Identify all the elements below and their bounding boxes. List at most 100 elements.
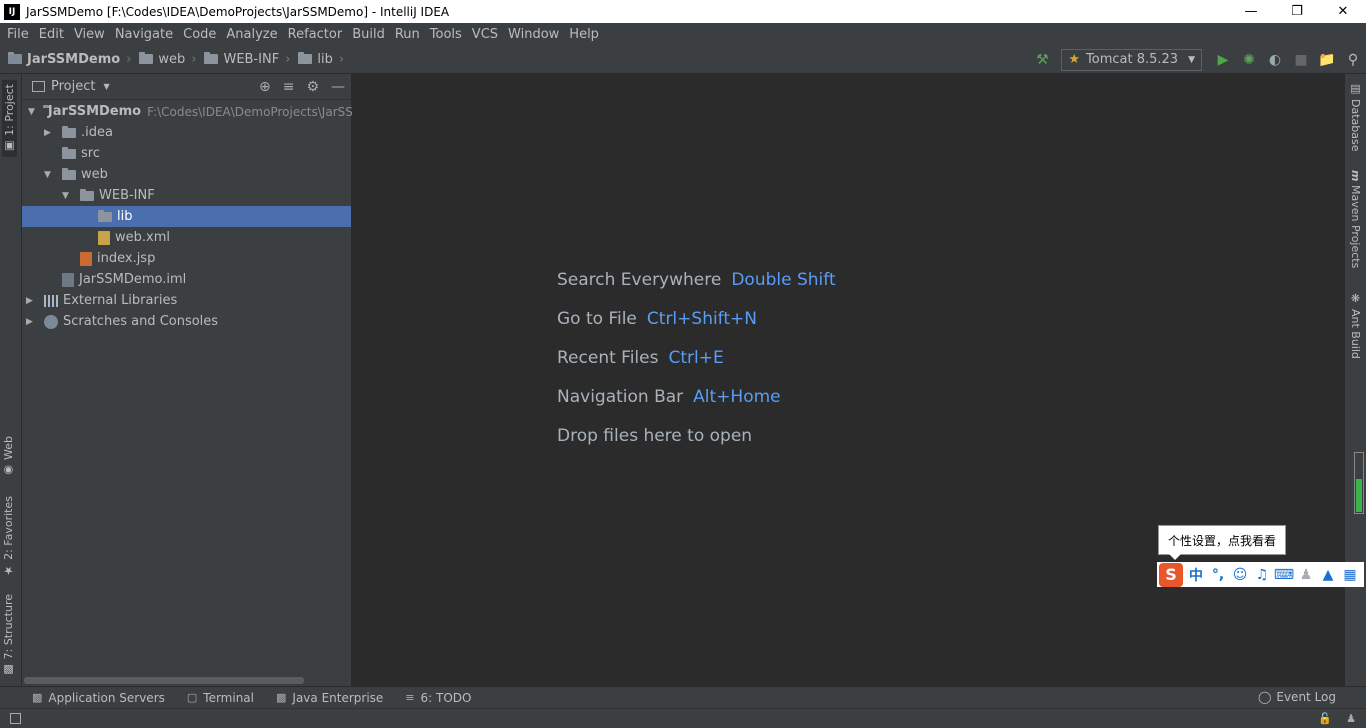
tab-web[interactable]: ◉ Web [2,436,15,477]
emoji-icon[interactable]: ☺ [1231,566,1249,584]
tree-node-iml[interactable]: JarSSMDemo.iml [22,269,351,290]
menu-run[interactable]: Run [390,27,425,42]
event-log-icon: ◯ [1257,690,1272,704]
memory-indicator[interactable] [1354,452,1364,514]
tab-todo[interactable]: ≡ 6: TODO [405,691,471,705]
window-title: JarSSMDemo [F:\Codes\IDEA\DemoProjects\J… [26,4,450,19]
run-coverage-icon[interactable]: ◐ [1262,49,1288,71]
hint-text: Go to File [557,309,637,329]
toolbox-grid-icon[interactable]: ▦ [1341,566,1359,584]
menu-navigate[interactable]: Navigate [110,27,178,42]
run-icon[interactable]: ▶ [1210,49,1236,71]
menu-tools[interactable]: Tools [425,27,467,42]
run-configuration-dropdown[interactable]: ★ Tomcat 8.5.23 ▼ [1061,48,1202,71]
tab-label: 7: Structure [2,594,15,660]
node-label: JarSSMDemo.iml [79,272,187,287]
menu-edit[interactable]: Edit [34,27,69,42]
tab-label: Java Enterprise [292,690,384,705]
collapse-all-icon[interactable]: ≡ [283,79,295,95]
search-icon[interactable]: ⚲ [1340,49,1366,71]
title-bar: IJ JarSSMDemo [F:\Codes\IDEA\DemoProject… [0,0,1366,23]
tree-node-project[interactable]: ▼ JarSSMDemo F:\Codes\IDEA\DemoProjects\… [22,101,353,122]
collapsed-arrow-icon: ▶ [44,127,51,138]
expanded-arrow-icon: ▼ [62,190,69,201]
tab-terminal[interactable]: ▢ Terminal [187,691,254,705]
ime-punctuation-toggle[interactable]: °, [1209,566,1227,584]
unlock-icon[interactable]: 🔓 [1318,712,1332,725]
minimize-button[interactable]: — [1228,0,1274,23]
project-panel: Project ▼ ⊕ ≡ ⚙ — ▼ JarSSMDemo F:\Codes\… [22,74,353,686]
folder-icon [62,167,76,180]
folder-icon [204,52,219,64]
toggle-tool-windows-icon[interactable] [10,713,21,724]
user-icon[interactable]: ♟ [1297,566,1315,584]
menu-analyze[interactable]: Analyze [221,27,282,42]
project-view-icon [32,81,45,92]
menu-bar: File Edit View Navigate Code Analyze Ref… [0,23,1366,45]
menu-build[interactable]: Build [347,27,390,42]
keyboard-icon[interactable]: ⌨ [1274,566,1294,584]
tree-node-external-libraries[interactable]: ▶ External Libraries [22,290,351,311]
ant-icon: ❋ [1349,292,1362,305]
menu-code[interactable]: Code [178,27,221,42]
tree-node-web[interactable]: ▼ web [22,164,351,185]
node-label: Scratches and Consoles [63,314,219,329]
node-label: lib [117,209,133,224]
project-structure-icon[interactable]: 📁 [1314,49,1340,71]
stop-icon[interactable]: ■ [1288,49,1314,71]
tab-favorites[interactable]: ★ 2: Favorites [2,496,15,577]
chevron-right-icon: › [191,51,197,67]
event-log-button[interactable]: ◯ Event Log [1258,690,1336,704]
build-hammer-icon[interactable]: ⚒ [1029,49,1055,71]
tree-node-index-jsp[interactable]: index.jsp [22,248,351,269]
tree-node-web-xml[interactable]: web.xml [22,227,351,248]
menu-window[interactable]: Window [503,27,564,42]
menu-view[interactable]: View [69,27,110,42]
menu-file[interactable]: File [2,27,34,42]
tab-structure[interactable]: ▩ 7: Structure [2,594,15,676]
tab-maven-projects[interactable]: m Maven Projects [1349,170,1362,269]
microphone-icon[interactable]: ♫ [1253,566,1271,584]
jsp-file-icon [80,251,92,266]
tab-application-servers[interactable]: ▩ Application Servers [32,691,165,705]
sogou-logo-icon[interactable]: S [1159,562,1183,587]
tab-label: Terminal [203,690,254,705]
tree-node-web-inf[interactable]: ▼ WEB-INF [22,185,351,206]
gear-icon[interactable]: ⚙ [306,79,319,95]
tab-label: 2: Favorites [2,496,15,560]
skin-shirt-icon[interactable]: ▲ [1319,566,1337,584]
ime-mode-toggle[interactable]: 中 [1187,566,1205,584]
tree-node-src[interactable]: src [22,143,351,164]
bottom-tool-bar: ▩ Application Servers ▢ Terminal ▩ Java … [0,686,1366,708]
hide-icon[interactable]: — [331,79,345,95]
horizontal-scrollbar[interactable] [24,677,304,684]
menu-help[interactable]: Help [564,27,604,42]
locate-icon[interactable]: ⊕ [259,79,271,95]
node-path: F:\Codes\IDEA\DemoProjects\JarSS [147,104,353,119]
ime-tooltip[interactable]: 个性设置，点我看看 [1158,525,1286,560]
tree-node-lib[interactable]: lib [22,206,351,227]
tab-project[interactable]: ▣ 1: Project [2,80,17,157]
breadcrumb-web[interactable]: web › [139,52,196,67]
restore-button[interactable]: ❐ [1274,0,1320,23]
folder-icon [62,146,76,159]
tree-node-scratches[interactable]: ▶ Scratches and Consoles [22,311,351,332]
project-view-selector[interactable]: Project ▼ [32,79,110,94]
tab-label: Ant Build [1349,309,1362,359]
tab-label: Application Servers [48,690,165,705]
menu-vcs[interactable]: VCS [467,27,503,42]
hint-go-to-file: Go to File Ctrl+Shift+N [557,309,757,329]
expanded-arrow-icon: ▼ [28,106,35,117]
hint-recent-files: Recent Files Ctrl+E [557,348,724,368]
inspector-icon[interactable]: ♟ [1346,712,1356,725]
menu-refactor[interactable]: Refactor [283,27,348,42]
tab-ant-build[interactable]: ❋ Ant Build [1349,292,1362,359]
close-button[interactable]: ✕ [1320,0,1366,23]
breadcrumb-lib[interactable]: lib › [298,52,344,67]
breadcrumb-web-inf[interactable]: WEB-INF › [204,52,290,67]
tab-database[interactable]: ▤ Database [1349,82,1362,152]
debug-icon[interactable]: ✺ [1236,49,1262,71]
tab-java-enterprise[interactable]: ▩ Java Enterprise [276,691,383,705]
tree-node-idea[interactable]: ▶ .idea [22,122,351,143]
breadcrumb-project[interactable]: JarSSMDemo › [8,52,131,67]
